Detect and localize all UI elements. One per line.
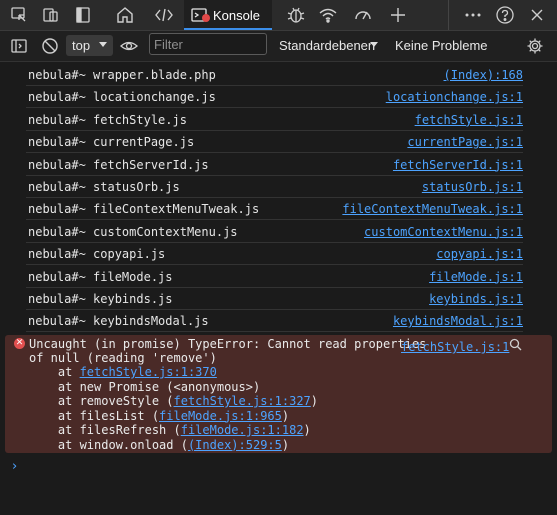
stack-frame-text: at filesList (: [29, 408, 160, 423]
stack-frame-text: ): [310, 394, 319, 408]
log-source-link[interactable]: locationchange.js:1: [386, 90, 523, 104]
stack-frame-link[interactable]: (Index):529:5: [188, 438, 282, 452]
network-icon[interactable]: [317, 4, 339, 26]
clear-console-icon[interactable]: [39, 35, 61, 57]
problems-button[interactable]: Keine Probleme: [395, 38, 488, 53]
stack-frame: at filesList (fileMode.js:1:965): [29, 409, 289, 423]
stack-frame-link[interactable]: fetchStyle.js:1:370: [80, 365, 217, 379]
log-row: nebula#~ wrapper.blade.php (Index):168: [26, 63, 523, 86]
chevron-down-icon: [99, 42, 107, 47]
error-text-line1: Uncaught (in promise) TypeError: Cannot …: [29, 337, 427, 351]
performance-icon[interactable]: [352, 4, 374, 26]
log-row: nebula#~ keybindsModal.js keybindsModal.j…: [26, 309, 523, 333]
log-message: nebula#~ locationchange.js: [28, 90, 216, 105]
settings-gear-icon[interactable]: [524, 35, 546, 57]
log-message: nebula#~ fileMode.js: [28, 269, 173, 284]
help-icon[interactable]: [494, 4, 516, 26]
log-row: nebula#~ fetchServerId.js fetchServerId.j…: [26, 153, 523, 176]
log-source-link[interactable]: keybindsModal.js:1: [393, 314, 523, 328]
stack-frame-text: at filesRefresh (: [29, 423, 181, 437]
stack-frame: at filesRefresh (fileMode.js:1:182): [29, 423, 311, 437]
stack-frame: at removeStyle (fetchStyle.js:1:327): [29, 394, 318, 408]
log-row: nebula#~ keybinds.js keybinds.js:1: [26, 287, 523, 310]
devtools-toolbar: Konsole: [0, 0, 557, 31]
log-message: nebula#~ keybindsModal.js: [28, 314, 209, 329]
search-icon[interactable]: [509, 338, 522, 354]
stack-frame-text: at removeStyle (: [29, 394, 174, 408]
stack-frame: at fetchStyle.js:1:370: [29, 365, 217, 379]
stack-frame-text: ): [303, 423, 311, 437]
log-row: nebula#~ fileContextMenuTweak.js fileCont…: [26, 197, 523, 221]
log-source-link[interactable]: (Index):168: [444, 68, 523, 82]
log-source-link[interactable]: fileContextMenuTweak.js:1: [342, 202, 523, 216]
log-row: nebula#~ fetchStyle.js fetchStyle.js:1: [26, 108, 523, 131]
elements-icon[interactable]: [153, 4, 175, 26]
stack-frame-link[interactable]: fetchStyle.js:1:327: [174, 394, 311, 408]
log-source-link[interactable]: keybinds.js:1: [429, 292, 523, 306]
log-message: nebula#~ fetchServerId.js: [28, 157, 209, 172]
log-source-link[interactable]: fetchStyle.js:1: [415, 113, 523, 127]
log-row: nebula#~ copyapi.js copyapi.js:1: [26, 242, 523, 266]
stack-frame-text: at new Promise (<anonymous>): [29, 379, 261, 394]
context-selector-value: top: [72, 38, 91, 53]
context-selector[interactable]: top: [66, 35, 113, 56]
log-message: nebula#~ statusOrb.js: [28, 180, 180, 194]
log-row: nebula#~ customContextMenu.js customConte…: [26, 220, 523, 243]
stack-frame-text: at: [29, 365, 80, 379]
toggle-sidebar-icon[interactable]: [8, 35, 30, 57]
error-message: ✕ Uncaught (in promise) TypeError: Canno…: [5, 335, 552, 453]
add-tool-icon[interactable]: [387, 4, 409, 26]
stack-frame-text: ): [281, 437, 290, 452]
log-row: nebula#~ statusOrb.js statusOrb.js:1: [26, 175, 523, 198]
stack-frame: at window.onload ((Index):529:5): [29, 438, 289, 452]
close-icon[interactable]: [526, 4, 548, 26]
sidebar-icon[interactable]: [72, 4, 94, 26]
stack-frame-link[interactable]: fileMode.js:1:965: [159, 409, 282, 423]
error-source-link[interactable]: fetchStyle.js:1: [401, 340, 509, 354]
tab-console-label: Konsole: [213, 8, 260, 23]
log-message: nebula#~ keybinds.js: [28, 292, 173, 306]
more-icon[interactable]: [462, 4, 484, 26]
log-source-link[interactable]: customContextMenu.js:1: [364, 225, 523, 239]
error-text-line2: of null (reading 'remove'): [29, 351, 217, 365]
log-source-link[interactable]: currentPage.js:1: [407, 135, 523, 149]
log-message: nebula#~ fetchStyle.js: [28, 112, 187, 127]
log-source-link[interactable]: copyapi.js:1: [436, 247, 523, 261]
console-prompt[interactable]: ›: [12, 459, 17, 474]
log-message: nebula#~ copyapi.js: [28, 247, 166, 262]
log-source-link[interactable]: fileMode.js:1: [429, 270, 523, 284]
tab-console[interactable]: Konsole: [184, 0, 272, 30]
log-row: nebula#~ fileMode.js fileMode.js:1: [26, 265, 523, 288]
log-source-link[interactable]: statusOrb.js:1: [422, 180, 523, 194]
inspect-icon[interactable]: [8, 4, 30, 26]
log-message: nebula#~ currentPage.js: [28, 135, 195, 150]
welcome-icon[interactable]: [114, 4, 136, 26]
live-expression-icon[interactable]: [118, 35, 140, 57]
stack-frame-text: at window.onload (: [29, 437, 188, 452]
debug-icon[interactable]: [285, 4, 307, 26]
error-badge-icon: [202, 14, 210, 22]
stack-frame: at new Promise (<anonymous>): [29, 380, 260, 394]
error-icon: ✕: [14, 338, 25, 349]
log-row: nebula#~ currentPage.js currentPage.js:1: [26, 130, 523, 154]
stack-frame-text: ): [281, 408, 290, 423]
device-emulation-icon[interactable]: [40, 4, 62, 26]
log-source-link[interactable]: fetchServerId.js:1: [393, 158, 523, 172]
chevron-down-icon: [370, 42, 378, 47]
log-levels-dropdown[interactable]: Standardebenen: [279, 38, 375, 53]
log-message: nebula#~ fileContextMenuTweak.js: [28, 202, 260, 217]
filter-input[interactable]: [149, 33, 267, 55]
toolbar-divider: [448, 0, 449, 30]
log-message: nebula#~ wrapper.blade.php: [28, 68, 216, 82]
log-message: nebula#~ customContextMenu.js: [28, 224, 238, 239]
log-row: nebula#~ locationchange.js locationchange…: [26, 85, 523, 109]
stack-frame-link[interactable]: fileMode.js:1:182: [181, 423, 304, 437]
